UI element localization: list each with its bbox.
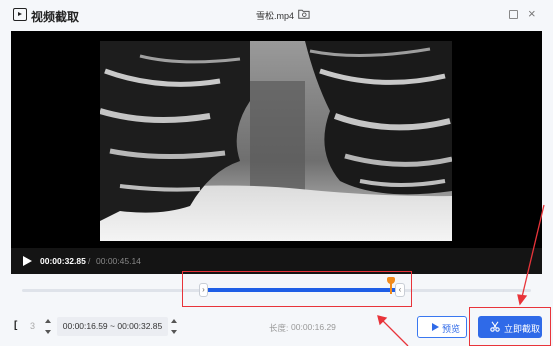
time-range-field[interactable]: 00:00:16.59 ~ 00:00:32.85 [57,317,168,336]
decrement-icon[interactable] [171,330,177,334]
annotation-box-timeline [182,271,412,307]
video-clip-window: 视频截取 雪松.mp4 × 00:00:32.85 / 00:00:45.14 … [0,0,553,346]
arrow-to-timeline [380,318,409,346]
play-icon[interactable] [23,256,32,266]
length-label: 长度: [269,323,289,333]
bracket-glyph: [ [14,320,18,331]
close-icon[interactable]: × [528,7,536,20]
annotation-box-capture [469,307,551,346]
increment-icon[interactable] [171,319,177,323]
start-time-stepper[interactable] [45,318,53,336]
arrowhead-timeline [377,315,388,326]
video-player[interactable]: 00:00:32.85 / 00:00:45.14 [11,31,542,274]
decrement-icon[interactable] [45,330,51,334]
video-frame [100,41,452,241]
folder-icon[interactable] [298,9,310,19]
step-value[interactable]: 3 [30,321,35,331]
total-time: 00:00:45.14 [96,256,141,266]
app-title: 视频截取 [31,10,80,24]
length-value: 00:00:16.29 [291,322,336,332]
preview-button[interactable]: 预览 [417,316,467,338]
increment-icon[interactable] [45,319,51,323]
time-separator: / [88,256,91,266]
play-icon [432,323,439,331]
video-clip-icon [13,8,27,21]
preview-label: 预览 [442,324,461,334]
current-time: 00:00:32.85 [40,256,86,266]
file-name: 雪松.mp4 [256,11,295,21]
arrowhead-capture [517,294,528,306]
title-bar: 视频截取 雪松.mp4 × [0,0,553,30]
end-time-stepper[interactable] [171,318,179,336]
maximize-icon[interactable] [509,10,518,19]
